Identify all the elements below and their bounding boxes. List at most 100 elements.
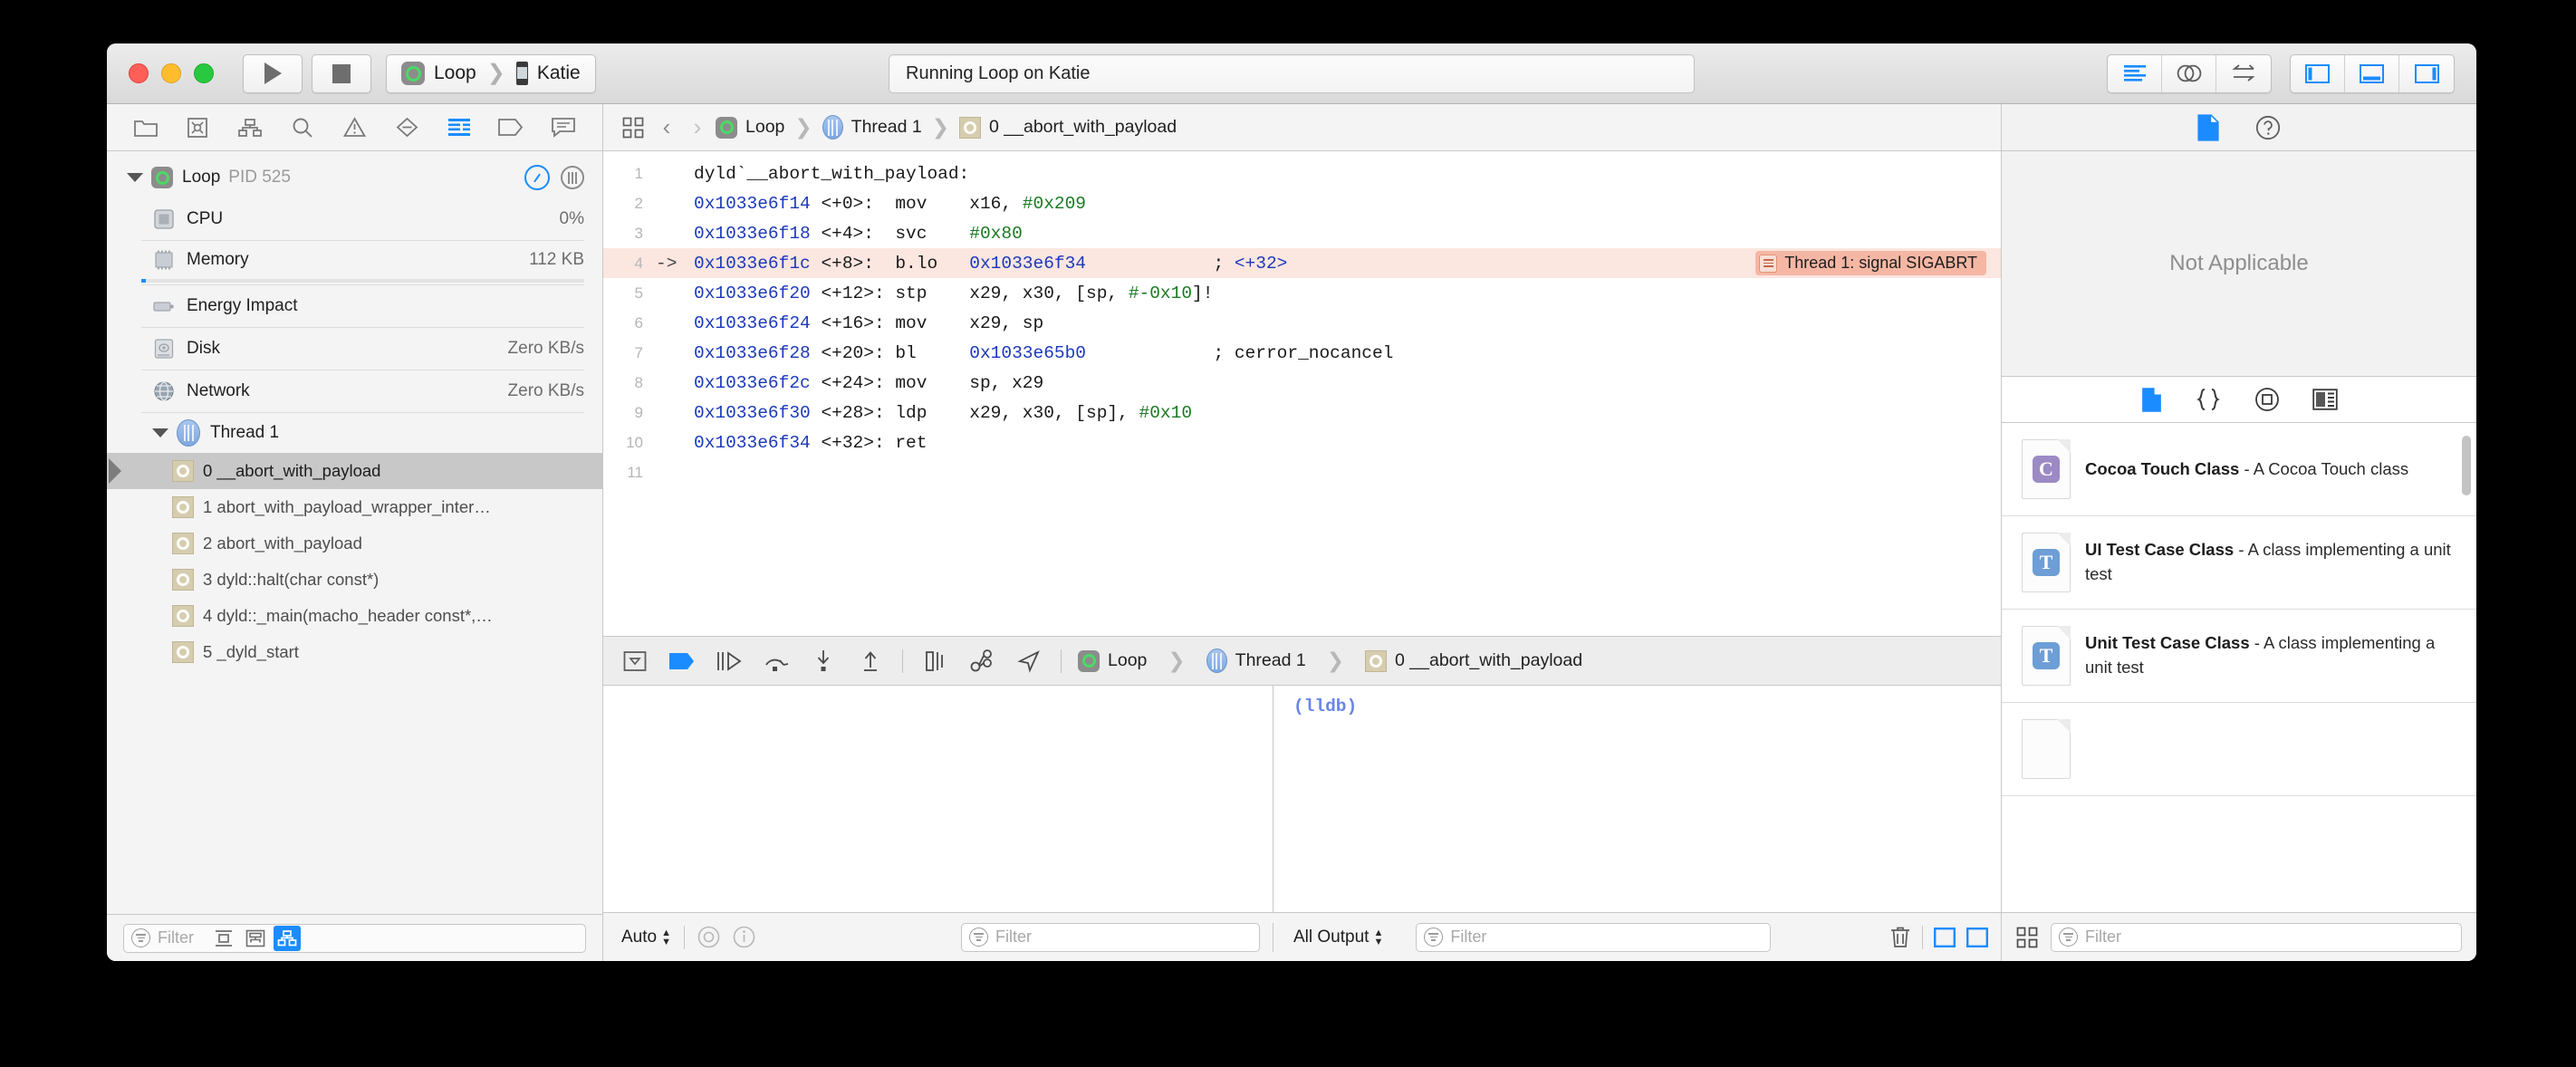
symbol-navigator-tab[interactable]	[230, 111, 270, 144]
continue-button[interactable]	[714, 646, 745, 677]
zoom-button[interactable]	[194, 63, 214, 83]
thread-view-button[interactable]	[561, 166, 584, 189]
stack-frame-row[interactable]: 1 abort_with_payload_wrapper_inter…	[107, 489, 602, 525]
library-scrollbar[interactable]	[2462, 436, 2471, 495]
show-only-crashed-button[interactable]	[210, 926, 237, 951]
navigator-filter-field[interactable]: Filter	[123, 923, 586, 953]
toggle-debug-area-button[interactable]	[2345, 54, 2399, 92]
file-template-library-tab[interactable]	[2141, 387, 2162, 413]
stack-frame-row[interactable]: 0 __abort_with_payload	[107, 453, 602, 489]
debug-view-hierarchy-button[interactable]	[919, 646, 950, 677]
breadcrumb-thread[interactable]: Thread 1	[822, 115, 922, 139]
debugbar-breadcrumb-loop[interactable]: Loop	[1078, 649, 1147, 672]
scheme-selector[interactable]: Loop ❯ Katie	[386, 53, 596, 93]
show-variables-view-button[interactable]	[1934, 927, 1956, 947]
debug-memory-graph-button[interactable]	[966, 646, 997, 677]
thread-row[interactable]: Thread 1	[107, 413, 602, 453]
deactivate-breakpoints-button[interactable]	[667, 646, 697, 677]
related-items-button[interactable]	[618, 117, 649, 139]
clear-console-button[interactable]	[1889, 926, 1911, 949]
console-filter-field[interactable]: Filter	[1416, 922, 1772, 952]
disclosure-triangle-icon[interactable]	[152, 428, 168, 437]
divider	[902, 649, 903, 673]
simulate-location-button[interactable]	[1014, 646, 1044, 677]
process-row[interactable]: Loop PID 525	[107, 157, 602, 198]
object-library-tab[interactable]	[2254, 387, 2280, 412]
stop-button[interactable]	[312, 53, 371, 93]
report-navigator-tab[interactable]	[543, 111, 583, 144]
library-item[interactable]	[2002, 703, 2476, 796]
source-control-navigator-tab[interactable]	[178, 111, 217, 144]
inspector-empty-state: Not Applicable	[2002, 151, 2476, 376]
library-grid-button[interactable]	[2016, 927, 2038, 948]
step-into-button[interactable]	[808, 646, 839, 677]
find-navigator-tab[interactable]	[283, 111, 322, 144]
disassembly-view[interactable]: 1 dyld`__abort_with_payload: 2 0x1033e6f…	[603, 151, 2001, 637]
show-all-threads-button[interactable]	[274, 925, 301, 951]
library-filter-field[interactable]: Filter	[2051, 922, 2462, 952]
debug-memory-graph-icon	[970, 649, 992, 671]
jump-back-button[interactable]: ‹	[654, 113, 679, 141]
debugbar-breadcrumb-frame[interactable]: 0 __abort_with_payload	[1365, 649, 1582, 672]
gauge-view-button[interactable]	[524, 165, 550, 190]
step-over-button[interactable]	[761, 646, 792, 677]
version-editor-button[interactable]	[2216, 55, 2271, 92]
gauge-row-energy[interactable]: Energy Impact	[107, 285, 602, 327]
standard-editor-button[interactable]	[2108, 54, 2162, 92]
show-console-view-button[interactable]	[1966, 927, 1988, 947]
stack-frame-row[interactable]: 5 _dyld_start	[107, 634, 602, 670]
show-only-relevant-button[interactable]	[242, 926, 269, 951]
variables-scope-popup[interactable]: Auto ▲ ▼	[621, 928, 671, 947]
library-list[interactable]: C Cocoa Touch Class - A Cocoa Touch clas…	[2002, 423, 2476, 912]
code-offset: <+32>:	[821, 432, 885, 453]
toggle-inspector-button[interactable]	[2399, 55, 2454, 92]
stack-frame-row[interactable]: 2 abort_with_payload	[107, 525, 602, 562]
variables-filter-field[interactable]: Filter	[961, 922, 1260, 952]
code-address: 0x1033e6f30	[694, 402, 811, 423]
code-operands: x29, x30, [sp,	[969, 283, 1129, 303]
debugbar-breadcrumb-thread[interactable]: Thread 1	[1206, 649, 1306, 673]
quick-help-inspector-tab[interactable]	[2255, 115, 2281, 140]
gauge-row-network[interactable]: Network Zero KB/s	[107, 370, 602, 412]
code-snippet-library-tab[interactable]	[2195, 387, 2222, 412]
jump-forward-button[interactable]: ›	[685, 113, 710, 141]
minimize-button[interactable]	[161, 63, 181, 83]
hide-debug-area-button[interactable]	[620, 646, 650, 677]
toggle-navigator-button[interactable]	[2291, 54, 2345, 92]
process-app-icon	[151, 167, 173, 188]
console-view[interactable]: (lldb)	[1274, 686, 2001, 912]
watch-variable-button[interactable]	[697, 926, 720, 948]
code-line: 11	[603, 457, 2001, 487]
variables-view[interactable]	[603, 686, 1274, 912]
issue-badge[interactable]: Thread 1: signal SIGABRT	[1755, 251, 1986, 275]
step-out-button[interactable]	[855, 646, 886, 677]
filter-icon	[969, 928, 988, 947]
run-button[interactable]	[243, 53, 303, 93]
info-button[interactable]	[733, 926, 755, 948]
breakpoint-navigator-tab[interactable]	[491, 111, 531, 144]
close-button[interactable]	[129, 63, 149, 83]
gauge-row-memory[interactable]: Memory 112 KB	[107, 241, 602, 279]
console-output-popup[interactable]: All Output ▲ ▼	[1293, 928, 1383, 947]
file-inspector-tab[interactable]	[2197, 113, 2219, 141]
media-library-tab[interactable]	[2312, 389, 2338, 410]
stack-frame-row[interactable]: 4 dyld::_main(macho_header const*,…	[107, 598, 602, 634]
issue-navigator-tab[interactable]	[334, 111, 374, 144]
stack-frame-row[interactable]: 3 dyld::halt(char const*)	[107, 562, 602, 598]
assistant-editor-button[interactable]	[2162, 54, 2216, 92]
library-item[interactable]: C Cocoa Touch Class - A Cocoa Touch clas…	[2002, 423, 2476, 516]
debug-navigator-tab[interactable]	[439, 111, 479, 144]
disclosure-triangle-icon[interactable]	[127, 173, 143, 182]
gauge-row-cpu[interactable]: CPU 0%	[107, 198, 602, 240]
source-control-navigator-icon	[187, 117, 208, 138]
editor-jump-bar: ‹ › Loop ❯ Thread 1 ❯ 0 __abort_with_pay…	[603, 104, 2001, 151]
test-navigator-tab[interactable]	[387, 111, 427, 144]
disk-icon	[154, 339, 174, 359]
library-item[interactable]: T Unit Test Case Class - A class impleme…	[2002, 610, 2476, 703]
info-icon	[733, 926, 755, 948]
project-navigator-tab[interactable]	[126, 111, 166, 144]
breadcrumb-loop[interactable]: Loop	[716, 116, 784, 139]
breadcrumb-frame[interactable]: 0 __abort_with_payload	[959, 116, 1177, 139]
gauge-row-disk[interactable]: Disk Zero KB/s	[107, 328, 602, 370]
library-item[interactable]: T UI Test Case Class - A class implement…	[2002, 516, 2476, 610]
